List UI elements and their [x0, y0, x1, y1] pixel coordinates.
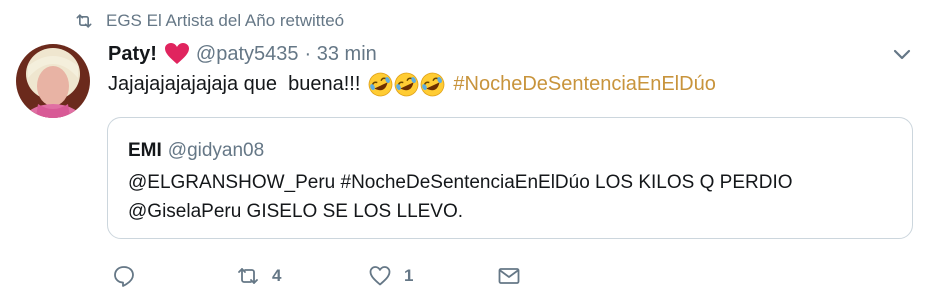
quoted-author-name: EMI — [128, 140, 162, 161]
retweet-context[interactable]: EGS El Artista del Año retwitteó — [74, 8, 344, 34]
tweet-body-text: Jajajajajajajaja que buena!!! — [108, 73, 361, 95]
tweet-timestamp[interactable]: · 33 min — [305, 43, 377, 66]
like-count: 1 — [404, 266, 414, 285]
laughing-emoji-icon — [421, 72, 445, 97]
quoted-tweet-card[interactable]: EMI @gidyan08 @ELGRANSHOW_Peru #NocheDeSe… — [107, 117, 913, 239]
avatar-image — [16, 44, 90, 118]
direct-message-button[interactable] — [497, 264, 521, 288]
quoted-tweet-line: @ELGRANSHOW_Peru #NocheDeSentenciaEnElDú… — [128, 172, 793, 193]
quoted-tweet-header: EMI @gidyan08 — [128, 140, 264, 162]
quoted-tweet-line: @GiselaPeru GISELO SE LOS LLEVO. — [128, 201, 464, 222]
hashtag-link[interactable]: #NocheDeSentenciaEnElDúo — [453, 73, 715, 96]
reply-icon — [114, 266, 134, 287]
reply-button[interactable] — [112, 264, 136, 288]
retweet-icon — [76, 14, 92, 28]
retweet-icon — [238, 268, 258, 284]
author-name[interactable]: Paty! — [108, 43, 157, 66]
tweet-header: Paty! @paty5435 · 33 min — [108, 40, 377, 68]
retweet-count: 4 — [272, 266, 282, 285]
quoted-tweet-text: @ELGRANSHOW_Peru #NocheDeSentenciaEnElDú… — [128, 168, 898, 226]
envelope-icon — [498, 268, 520, 284]
laughing-emoji-icon — [395, 72, 419, 97]
heart-icon — [369, 266, 391, 286]
quoted-author-handle: @gidyan08 — [167, 140, 265, 161]
author-handle[interactable]: @paty5435 — [196, 43, 299, 66]
heart-emoji-icon — [164, 43, 189, 64]
retweet-button[interactable]: 4 — [236, 264, 281, 288]
tweet-text: Jajajajajajajaja que buena!!! #NocheDeSe… — [108, 72, 716, 97]
retweet-context-text: EGS El Artista del Año retwitteó — [106, 11, 345, 30]
chevron-down-icon[interactable] — [890, 46, 914, 64]
like-button[interactable]: 1 — [368, 264, 413, 288]
avatar[interactable] — [16, 44, 90, 118]
laughing-emoji-icon — [369, 72, 393, 97]
